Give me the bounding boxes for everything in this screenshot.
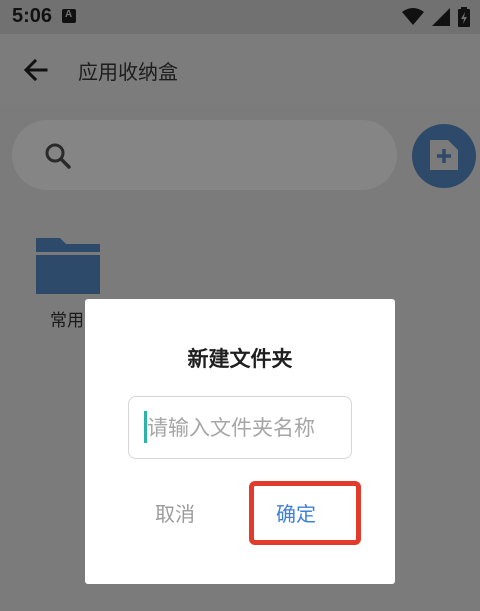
confirm-button[interactable]: 确定	[276, 498, 316, 527]
add-file-icon	[430, 140, 458, 170]
system-icons	[402, 7, 470, 27]
signal-icon	[432, 8, 450, 26]
folder-label: 常用	[50, 311, 84, 331]
status-time: 5:06	[12, 5, 53, 27]
status-bar: 5:06	[0, 0, 480, 34]
arrow-left-icon	[23, 58, 48, 82]
page-title: 应用收纳盒	[78, 60, 178, 84]
notification-icon	[62, 9, 76, 23]
wifi-icon	[402, 8, 424, 25]
folder-name-input[interactable]	[128, 396, 352, 459]
app-bar: 应用收纳盒	[0, 34, 480, 106]
folder-item[interactable]: 常用	[34, 236, 104, 331]
cancel-button[interactable]: 取消	[155, 498, 195, 527]
back-button[interactable]	[22, 56, 50, 84]
text-cursor	[144, 411, 147, 443]
search-icon	[45, 143, 71, 169]
add-button[interactable]	[412, 124, 476, 188]
new-folder-dialog: 新建文件夹 取消 确定	[85, 299, 395, 584]
search-input[interactable]	[12, 120, 397, 190]
folder-icon	[36, 238, 100, 294]
battery-icon	[458, 7, 470, 27]
dialog-title: 新建文件夹	[187, 347, 293, 371]
